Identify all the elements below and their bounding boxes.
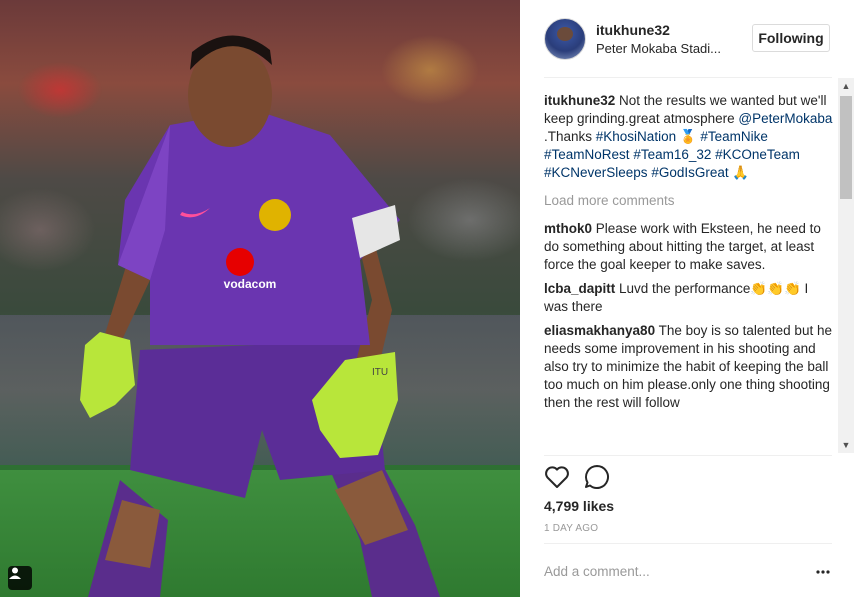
post-location[interactable]: Peter Mokaba Stadi... bbox=[596, 41, 721, 56]
comment-icon[interactable] bbox=[584, 464, 610, 490]
jersey-sponsor-text: vodacom bbox=[224, 277, 277, 291]
glove-text: ITU bbox=[372, 367, 388, 378]
following-button[interactable]: Following bbox=[752, 24, 830, 52]
hashtag-link[interactable]: #KCNeverSleeps bbox=[544, 165, 648, 180]
post-header: itukhune32 Peter Mokaba Stadi... Followi… bbox=[544, 16, 832, 64]
header-divider bbox=[544, 77, 832, 78]
scroll-down-icon[interactable]: ▼ bbox=[838, 437, 854, 453]
post-timestamp[interactable]: 1 DAY AGO bbox=[544, 523, 598, 534]
add-comment-input[interactable]: Add a comment... bbox=[544, 564, 650, 579]
comments-section: itukhune32 Not the results we wanted but… bbox=[544, 92, 834, 452]
comment-username[interactable]: mthok0 bbox=[544, 221, 592, 236]
heart-icon[interactable] bbox=[544, 465, 570, 489]
add-comment-divider bbox=[544, 543, 832, 544]
more-icon[interactable] bbox=[816, 570, 830, 574]
goalkeeper-illustration: vodacom ITU bbox=[80, 35, 440, 597]
post-side-panel: itukhune32 Peter Mokaba Stadi... Followi… bbox=[520, 0, 856, 597]
caption-text-2: .Thanks bbox=[544, 129, 596, 144]
hashtag-link[interactable]: #TeamNike bbox=[700, 129, 768, 144]
comments-scrollbar[interactable]: ▲ ▼ bbox=[838, 78, 854, 453]
comment-username[interactable]: lcba_dapitt bbox=[544, 281, 615, 296]
comment-username[interactable]: eliasmakhanya80 bbox=[544, 323, 655, 338]
post-actions bbox=[544, 463, 644, 491]
caption-username[interactable]: itukhune32 bbox=[544, 93, 615, 108]
post-photo[interactable]: vodacom ITU bbox=[0, 0, 520, 597]
hashtag-link[interactable]: #KCOneTeam bbox=[715, 147, 800, 162]
post-username[interactable]: itukhune32 bbox=[596, 22, 670, 38]
avatar[interactable] bbox=[544, 18, 586, 60]
likes-count[interactable]: 4,799 likes bbox=[544, 498, 614, 514]
comments-divider bbox=[544, 455, 832, 456]
user-tag-icon[interactable] bbox=[8, 566, 32, 590]
mention-link[interactable]: @PeterMokaba bbox=[738, 111, 832, 126]
comment: lcba_dapitt Luvd the performance👏👏👏 I wa… bbox=[544, 280, 834, 316]
hashtag-link[interactable]: #Team16_32 bbox=[633, 147, 711, 162]
scroll-thumb[interactable] bbox=[840, 96, 852, 199]
hashtag-link[interactable]: #GodIsGreat bbox=[651, 165, 728, 180]
hashtag-link[interactable]: #TeamNoRest bbox=[544, 147, 630, 162]
scroll-up-icon[interactable]: ▲ bbox=[838, 78, 854, 94]
comment: eliasmakhanya80 The boy is so talented b… bbox=[544, 322, 834, 412]
load-more-comments[interactable]: Load more comments bbox=[544, 192, 834, 210]
comment: mthok0 Please work with Eksteen, he need… bbox=[544, 220, 834, 274]
hashtag-link[interactable]: #KhosiNation bbox=[596, 129, 676, 144]
caption: itukhune32 Not the results we wanted but… bbox=[544, 93, 833, 180]
